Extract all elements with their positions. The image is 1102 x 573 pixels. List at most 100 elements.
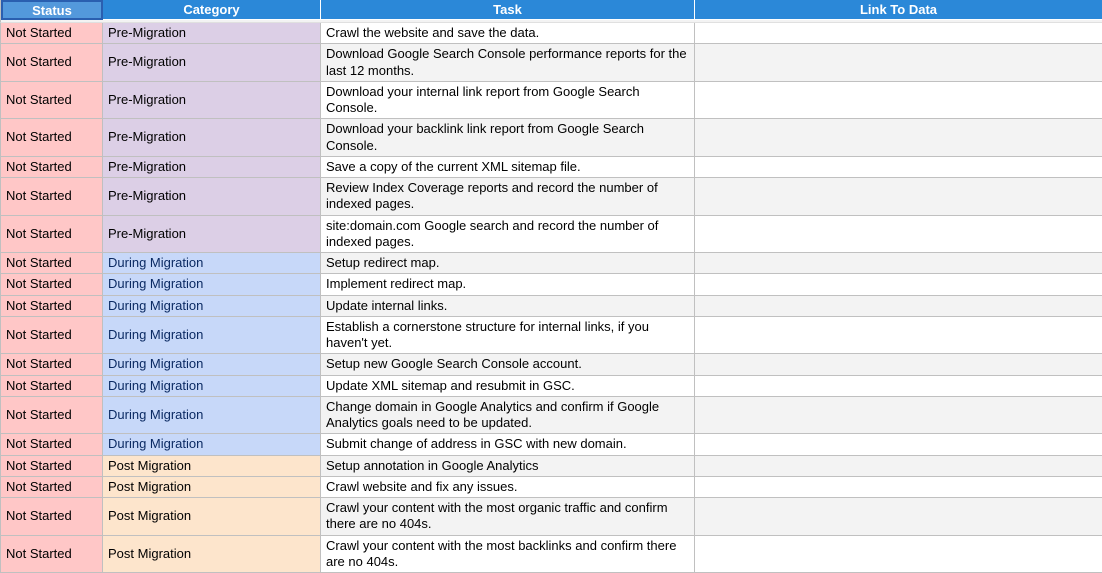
status-cell[interactable]: Not Started xyxy=(1,477,103,497)
header-task[interactable]: Task xyxy=(321,0,695,20)
link-cell[interactable] xyxy=(695,253,1102,273)
link-cell[interactable] xyxy=(695,397,1102,434)
category-cell[interactable]: Pre-Migration xyxy=(103,23,321,43)
task-cell[interactable]: Save a copy of the current XML sitemap f… xyxy=(321,157,695,177)
task-cell[interactable]: Review Index Coverage reports and record… xyxy=(321,178,695,215)
category-cell[interactable]: Post Migration xyxy=(103,477,321,497)
status-cell[interactable]: Not Started xyxy=(1,536,103,573)
table-row: Not StartedPost MigrationCrawl your cont… xyxy=(1,536,1102,573)
table-row: Not StartedDuring MigrationImplement red… xyxy=(1,274,1102,295)
category-cell[interactable]: Pre-Migration xyxy=(103,119,321,156)
category-cell[interactable]: Post Migration xyxy=(103,498,321,535)
table-row: Not StartedPost MigrationCrawl website a… xyxy=(1,477,1102,498)
link-cell[interactable] xyxy=(695,536,1102,573)
category-cell[interactable]: Post Migration xyxy=(103,456,321,476)
table-row: Not StartedDuring MigrationSetup new Goo… xyxy=(1,354,1102,375)
status-cell[interactable]: Not Started xyxy=(1,274,103,294)
header-link[interactable]: Link To Data xyxy=(695,0,1102,20)
task-cell[interactable]: Update internal links. xyxy=(321,296,695,316)
status-cell[interactable]: Not Started xyxy=(1,253,103,273)
link-cell[interactable] xyxy=(695,157,1102,177)
table-row: Not StartedDuring MigrationSetup redirec… xyxy=(1,253,1102,274)
table-row: Not StartedDuring MigrationSubmit change… xyxy=(1,434,1102,455)
status-cell[interactable]: Not Started xyxy=(1,397,103,434)
category-cell[interactable]: Pre-Migration xyxy=(103,82,321,119)
table-row: Not StartedDuring MigrationUpdate intern… xyxy=(1,296,1102,317)
task-cell[interactable]: site:domain.com Google search and record… xyxy=(321,216,695,253)
task-cell[interactable]: Download your internal link report from … xyxy=(321,82,695,119)
link-cell[interactable] xyxy=(695,296,1102,316)
status-cell[interactable]: Not Started xyxy=(1,82,103,119)
link-cell[interactable] xyxy=(695,317,1102,354)
category-cell[interactable]: During Migration xyxy=(103,376,321,396)
category-cell[interactable]: Pre-Migration xyxy=(103,44,321,81)
task-cell[interactable]: Crawl your content with the most organic… xyxy=(321,498,695,535)
category-cell[interactable]: During Migration xyxy=(103,296,321,316)
category-cell[interactable]: Pre-Migration xyxy=(103,157,321,177)
task-cell[interactable]: Download your backlink link report from … xyxy=(321,119,695,156)
status-cell[interactable]: Not Started xyxy=(1,157,103,177)
link-cell[interactable] xyxy=(695,82,1102,119)
rows-container: Not StartedPre-MigrationCrawl the websit… xyxy=(0,23,1102,573)
table-row: Not StartedPost MigrationCrawl your cont… xyxy=(1,498,1102,536)
task-cell[interactable]: Submit change of address in GSC with new… xyxy=(321,434,695,454)
table-row: Not StartedPre-MigrationCrawl the websit… xyxy=(1,23,1102,44)
task-cell[interactable]: Crawl website and fix any issues. xyxy=(321,477,695,497)
category-cell[interactable]: Pre-Migration xyxy=(103,216,321,253)
status-cell[interactable]: Not Started xyxy=(1,376,103,396)
status-cell[interactable]: Not Started xyxy=(1,296,103,316)
link-cell[interactable] xyxy=(695,477,1102,497)
status-cell[interactable]: Not Started xyxy=(1,23,103,43)
status-cell[interactable]: Not Started xyxy=(1,456,103,476)
header-category[interactable]: Category xyxy=(103,0,321,20)
status-cell[interactable]: Not Started xyxy=(1,434,103,454)
link-cell[interactable] xyxy=(695,216,1102,253)
task-cell[interactable]: Crawl the website and save the data. xyxy=(321,23,695,43)
status-cell[interactable]: Not Started xyxy=(1,44,103,81)
link-cell[interactable] xyxy=(695,274,1102,294)
status-cell[interactable]: Not Started xyxy=(1,178,103,215)
link-cell[interactable] xyxy=(695,119,1102,156)
link-cell[interactable] xyxy=(695,44,1102,81)
category-cell[interactable]: During Migration xyxy=(103,354,321,374)
task-cell[interactable]: Setup annotation in Google Analytics xyxy=(321,456,695,476)
table-row: Not StartedPost MigrationSetup annotatio… xyxy=(1,456,1102,477)
table-row: Not StartedPre-MigrationSave a copy of t… xyxy=(1,157,1102,178)
task-cell[interactable]: Implement redirect map. xyxy=(321,274,695,294)
table-row: Not StartedPre-MigrationReview Index Cov… xyxy=(1,178,1102,216)
category-cell[interactable]: During Migration xyxy=(103,434,321,454)
task-cell[interactable]: Crawl your content with the most backlin… xyxy=(321,536,695,573)
status-cell[interactable]: Not Started xyxy=(1,354,103,374)
task-cell[interactable]: Establish a cornerstone structure for in… xyxy=(321,317,695,354)
link-cell[interactable] xyxy=(695,178,1102,215)
status-cell[interactable]: Not Started xyxy=(1,216,103,253)
task-cell[interactable]: Setup new Google Search Console account. xyxy=(321,354,695,374)
status-cell[interactable]: Not Started xyxy=(1,498,103,535)
task-cell[interactable]: Change domain in Google Analytics and co… xyxy=(321,397,695,434)
task-cell[interactable]: Setup redirect map. xyxy=(321,253,695,273)
table-row: Not StartedDuring MigrationUpdate XML si… xyxy=(1,376,1102,397)
category-cell[interactable]: During Migration xyxy=(103,317,321,354)
table-row: Not StartedPre-MigrationDownload your in… xyxy=(1,82,1102,120)
status-cell[interactable]: Not Started xyxy=(1,119,103,156)
link-cell[interactable] xyxy=(695,498,1102,535)
table-row: Not StartedDuring MigrationEstablish a c… xyxy=(1,317,1102,355)
category-cell[interactable]: Post Migration xyxy=(103,536,321,573)
status-cell[interactable]: Not Started xyxy=(1,317,103,354)
link-cell[interactable] xyxy=(695,456,1102,476)
table-row: Not StartedDuring MigrationChange domain… xyxy=(1,397,1102,435)
category-cell[interactable]: During Migration xyxy=(103,253,321,273)
link-cell[interactable] xyxy=(695,23,1102,43)
link-cell[interactable] xyxy=(695,376,1102,396)
header-row: Status Category Task Link To Data xyxy=(0,0,1102,20)
table-row: Not StartedPre-MigrationDownload your ba… xyxy=(1,119,1102,157)
task-cell[interactable]: Download Google Search Console performan… xyxy=(321,44,695,81)
table-row: Not StartedPre-Migrationsite:domain.com … xyxy=(1,216,1102,254)
link-cell[interactable] xyxy=(695,434,1102,454)
category-cell[interactable]: Pre-Migration xyxy=(103,178,321,215)
category-cell[interactable]: During Migration xyxy=(103,274,321,294)
header-status[interactable]: Status xyxy=(1,0,103,20)
category-cell[interactable]: During Migration xyxy=(103,397,321,434)
link-cell[interactable] xyxy=(695,354,1102,374)
task-cell[interactable]: Update XML sitemap and resubmit in GSC. xyxy=(321,376,695,396)
